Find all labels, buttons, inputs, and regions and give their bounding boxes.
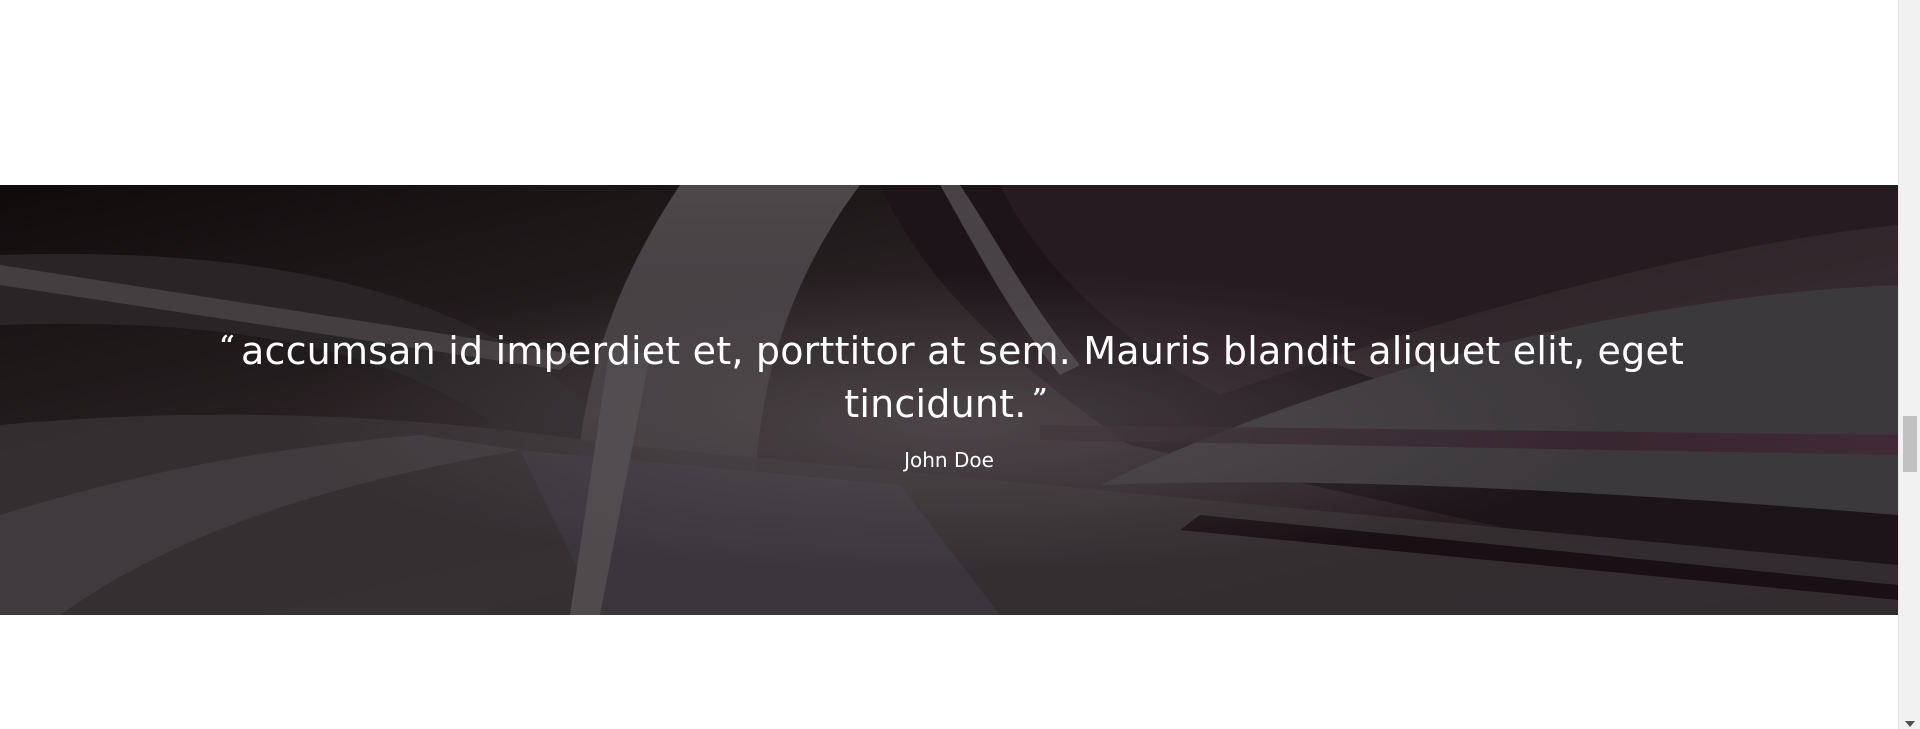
testimonial-quote-text: accumsan id imperdiet et, porttitor at s… xyxy=(241,329,1685,426)
testimonial-section: “accumsan id imperdiet et, porttitor at … xyxy=(0,185,1898,615)
testimonial-quote-block: “accumsan id imperdiet et, porttitor at … xyxy=(0,322,1898,472)
page: “accumsan id imperdiet et, porttitor at … xyxy=(0,0,1920,729)
testimonial-quote: “accumsan id imperdiet et, porttitor at … xyxy=(199,322,1699,428)
scrollbar-thumb[interactable] xyxy=(1903,416,1917,472)
open-quote-icon: “ xyxy=(219,331,236,361)
close-quote-icon: ” xyxy=(1032,384,1048,414)
scroll-down-arrow-icon[interactable] xyxy=(1905,721,1915,727)
page-content: “accumsan id imperdiet et, porttitor at … xyxy=(0,0,1898,729)
testimonial-author: John Doe xyxy=(904,448,994,472)
vertical-scrollbar[interactable] xyxy=(1898,0,1920,729)
